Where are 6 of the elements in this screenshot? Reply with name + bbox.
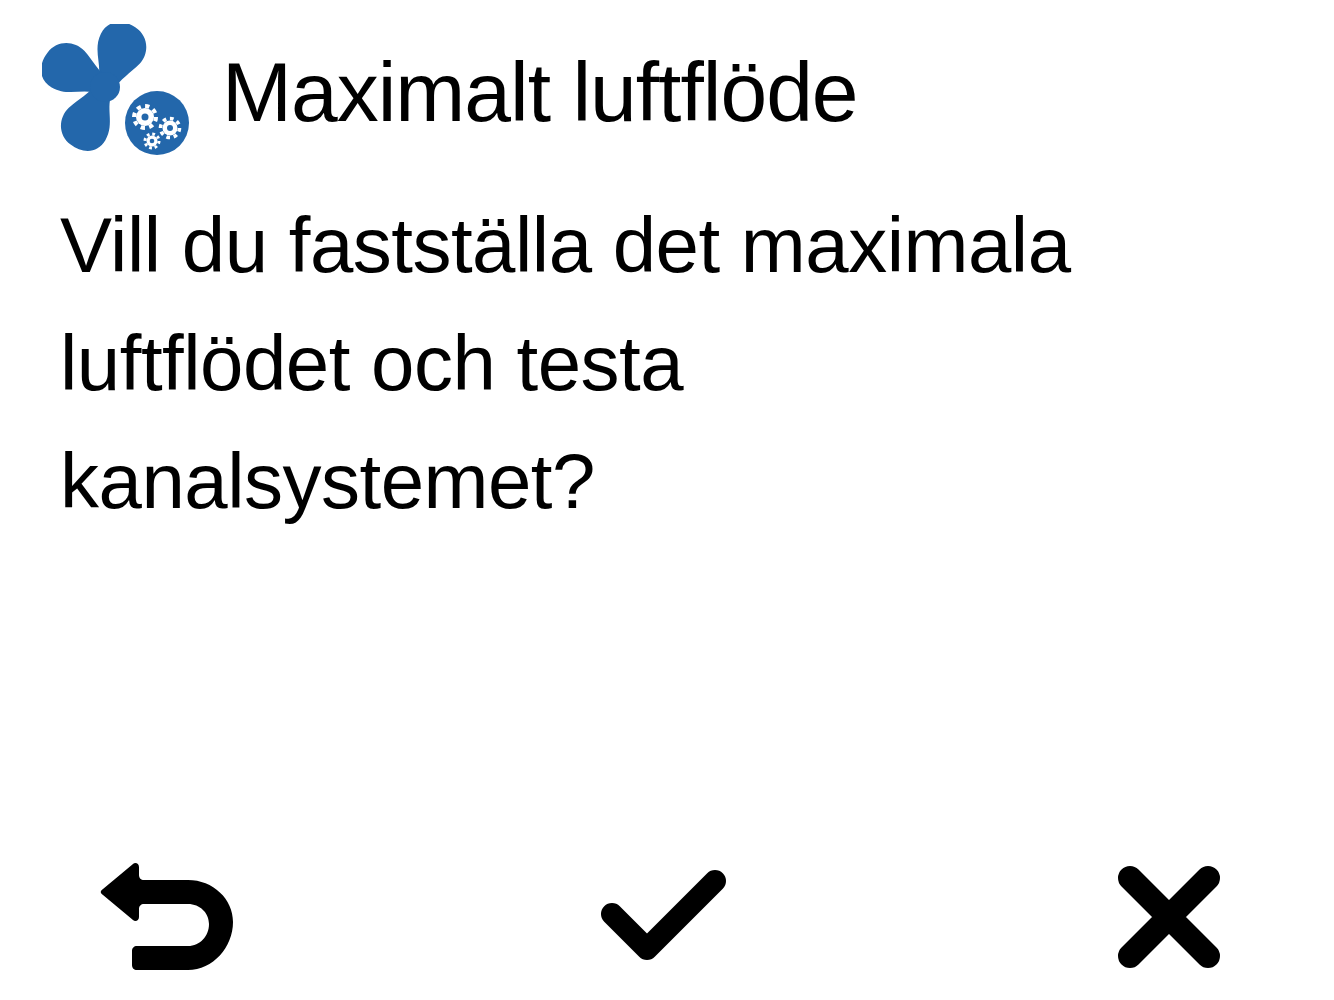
close-icon [1118, 866, 1220, 968]
screen-title: Maximalt luftflöde [222, 45, 858, 139]
confirmation-message: Vill du fastställa det maximala luftflödet och testa kanalsystemet? [60, 200, 1072, 527]
back-button[interactable] [100, 862, 234, 972]
back-arrow-icon [100, 862, 234, 972]
cancel-button[interactable] [1118, 866, 1220, 968]
